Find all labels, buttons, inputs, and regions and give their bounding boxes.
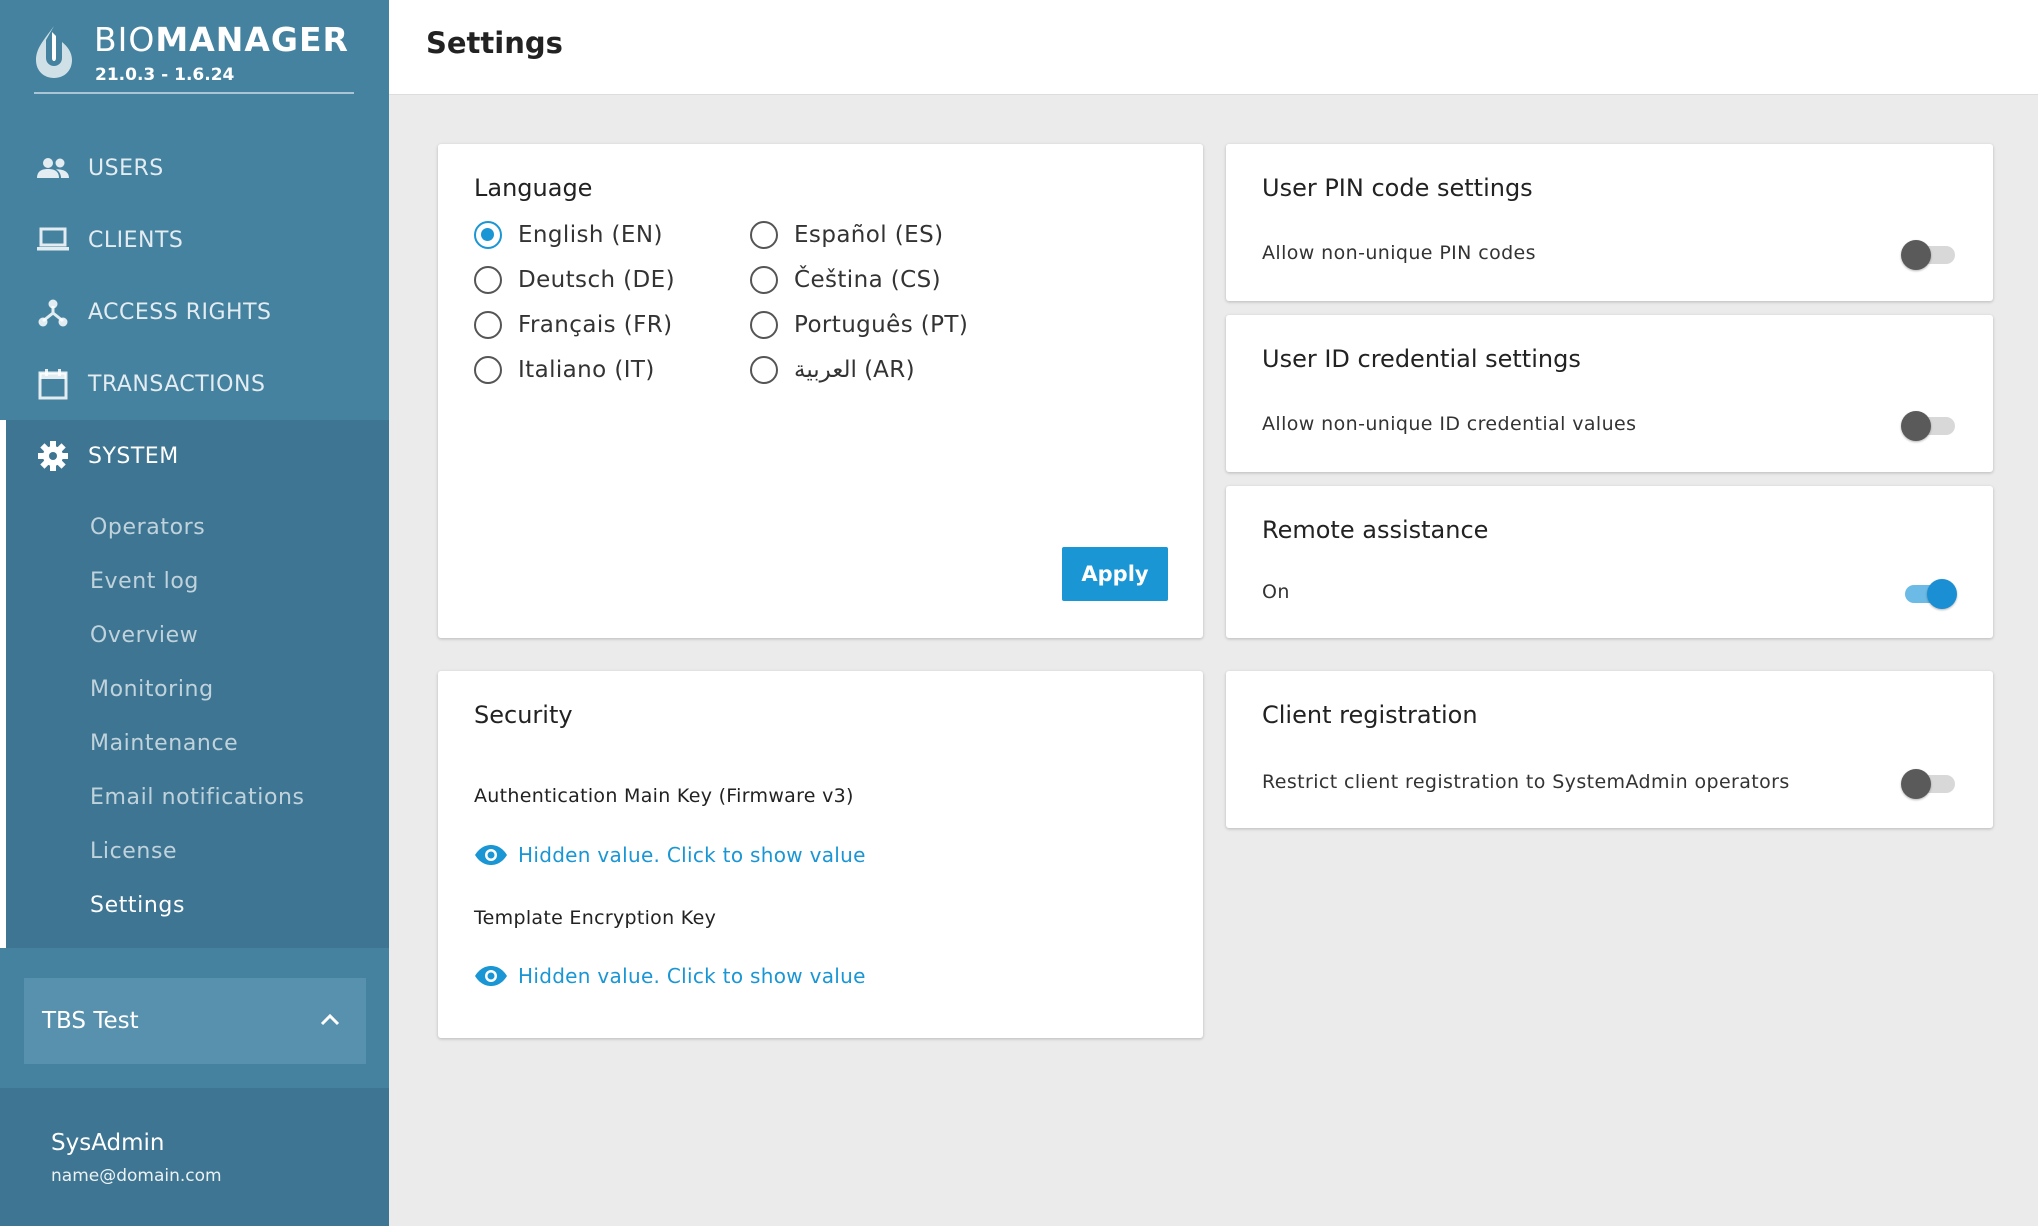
page-title: Settings bbox=[426, 26, 563, 60]
id-credential-label: Allow non-unique ID credential values bbox=[1262, 413, 1637, 435]
language-option-cs[interactable]: Čeština (CS) bbox=[750, 266, 941, 294]
calendar-icon bbox=[36, 367, 70, 401]
language-option-label: Italiano (IT) bbox=[518, 357, 655, 383]
language-option-label: Deutsch (DE) bbox=[518, 267, 675, 293]
language-option-label: English (EN) bbox=[518, 222, 663, 248]
remote-assistance-toggle[interactable] bbox=[1901, 577, 1957, 609]
page-header: Settings bbox=[389, 0, 2038, 95]
nav-label: USERS bbox=[88, 155, 164, 181]
chevron-up-icon bbox=[320, 1013, 340, 1026]
nav-label: ACCESS RIGHTS bbox=[88, 299, 272, 325]
laptop-icon bbox=[36, 223, 70, 257]
pin-settings-title: User PIN code settings bbox=[1262, 174, 1533, 202]
client-registration-label: Restrict client registration to SystemAd… bbox=[1262, 771, 1790, 793]
language-option-label: Português (PT) bbox=[794, 312, 969, 338]
nav-label: SYSTEM bbox=[88, 443, 179, 469]
remote-assistance-card: Remote assistance On bbox=[1226, 486, 1993, 638]
system-submenu: Operators Event log Overview Monitoring … bbox=[90, 500, 305, 932]
hidden-value-text: Hidden value. Click to show value bbox=[518, 964, 866, 988]
eye-icon bbox=[475, 845, 507, 865]
toggle-thumb bbox=[1901, 240, 1931, 270]
language-option-label: Español (ES) bbox=[794, 222, 944, 248]
organization-selector[interactable]: TBS Test bbox=[24, 978, 366, 1064]
language-card: Language English (EN) Deutsch (DE) Franç… bbox=[438, 144, 1203, 638]
toggle-thumb bbox=[1901, 769, 1931, 799]
nav-label: CLIENTS bbox=[88, 227, 184, 253]
system-menu: SYSTEM Operators Event log Overview Moni… bbox=[0, 420, 389, 948]
radio-button bbox=[474, 266, 502, 294]
key-label: Authentication Main Key (Firmware v3) bbox=[474, 785, 854, 807]
key-label: Template Encryption Key bbox=[474, 907, 717, 929]
id-credential-toggle[interactable] bbox=[1901, 409, 1957, 441]
pin-toggle[interactable] bbox=[1901, 238, 1957, 270]
radio-button bbox=[474, 221, 502, 249]
nav-item-clients[interactable]: CLIENTS bbox=[0, 204, 389, 276]
brand-name: BIOMANAGER bbox=[94, 20, 349, 59]
language-option-label: Français (FR) bbox=[518, 312, 673, 338]
nav-item-users[interactable]: USERS bbox=[0, 132, 389, 204]
user-name: SysAdmin bbox=[51, 1130, 165, 1156]
language-option-pt[interactable]: Português (PT) bbox=[750, 311, 968, 339]
brand-header: BIOMANAGER 21.0.3 - 1.6.24 bbox=[34, 18, 354, 94]
sidebar: BIOMANAGER 21.0.3 - 1.6.24 USERS CLIENTS… bbox=[0, 0, 389, 1226]
submenu-item-overview[interactable]: Overview bbox=[90, 608, 305, 662]
language-option-ar[interactable]: العربية (AR) bbox=[750, 356, 915, 384]
client-registration-toggle[interactable] bbox=[1901, 767, 1957, 799]
security-card: Security Authentication Main Key (Firmwa… bbox=[438, 671, 1203, 1038]
user-email: name@domain.com bbox=[51, 1166, 222, 1186]
organization-name: TBS Test bbox=[42, 1008, 139, 1034]
show-auth-key-link[interactable]: Hidden value. Click to show value bbox=[474, 843, 866, 867]
toggle-thumb bbox=[1901, 411, 1931, 441]
radio-button bbox=[750, 311, 778, 339]
radio-button bbox=[474, 311, 502, 339]
language-option-de[interactable]: Deutsch (DE) bbox=[474, 266, 675, 294]
nav-item-system[interactable]: SYSTEM bbox=[6, 420, 389, 492]
pin-settings-card: User PIN code settings Allow non-unique … bbox=[1226, 144, 1993, 301]
submenu-item-license[interactable]: License bbox=[90, 824, 305, 878]
toggle-thumb bbox=[1927, 579, 1957, 609]
pin-setting-label: Allow non-unique PIN codes bbox=[1262, 242, 1536, 264]
radio-button bbox=[750, 356, 778, 384]
radio-button bbox=[474, 356, 502, 384]
users-icon bbox=[36, 151, 70, 185]
client-registration-title: Client registration bbox=[1262, 701, 1478, 729]
nav-item-transactions[interactable]: TRANSACTIONS bbox=[0, 348, 389, 420]
gear-icon bbox=[36, 439, 70, 473]
language-option-it[interactable]: Italiano (IT) bbox=[474, 356, 655, 384]
current-user[interactable]: SysAdmin name@domain.com bbox=[0, 1088, 389, 1226]
security-title: Security bbox=[474, 701, 573, 729]
remote-assistance-title: Remote assistance bbox=[1262, 516, 1489, 544]
radio-button bbox=[750, 221, 778, 249]
show-template-key-link[interactable]: Hidden value. Click to show value bbox=[474, 964, 866, 988]
submenu-item-settings[interactable]: Settings bbox=[90, 878, 305, 932]
apply-button[interactable]: Apply bbox=[1062, 547, 1168, 601]
submenu-item-email-notifications[interactable]: Email notifications bbox=[90, 770, 305, 824]
submenu-item-maintenance[interactable]: Maintenance bbox=[90, 716, 305, 770]
client-registration-card: Client registration Restrict client regi… bbox=[1226, 671, 1993, 828]
nav-label: TRANSACTIONS bbox=[88, 371, 266, 397]
id-credential-title: User ID credential settings bbox=[1262, 345, 1581, 373]
hidden-value-text: Hidden value. Click to show value bbox=[518, 843, 866, 867]
biomanager-logo-icon bbox=[36, 26, 72, 78]
language-title: Language bbox=[474, 174, 593, 202]
eye-icon bbox=[475, 966, 507, 986]
submenu-item-monitoring[interactable]: Monitoring bbox=[90, 662, 305, 716]
brand-version: 21.0.3 - 1.6.24 bbox=[95, 65, 235, 85]
organization-area: TBS Test bbox=[0, 948, 389, 1088]
main-nav: USERS CLIENTS ACCESS RIGHTS TRANSACTIONS bbox=[0, 132, 389, 420]
hierarchy-icon bbox=[36, 295, 70, 329]
language-option-es[interactable]: Español (ES) bbox=[750, 221, 943, 249]
nav-item-access-rights[interactable]: ACCESS RIGHTS bbox=[0, 276, 389, 348]
remote-assistance-label: On bbox=[1262, 581, 1290, 603]
submenu-item-operators[interactable]: Operators bbox=[90, 500, 305, 554]
radio-button bbox=[750, 266, 778, 294]
id-credential-card: User ID credential settings Allow non-un… bbox=[1226, 315, 1993, 472]
language-option-en[interactable]: English (EN) bbox=[474, 221, 663, 249]
language-option-fr[interactable]: Français (FR) bbox=[474, 311, 672, 339]
submenu-item-event-log[interactable]: Event log bbox=[90, 554, 305, 608]
language-option-label: Čeština (CS) bbox=[794, 267, 941, 293]
language-option-label: العربية (AR) bbox=[794, 357, 915, 383]
